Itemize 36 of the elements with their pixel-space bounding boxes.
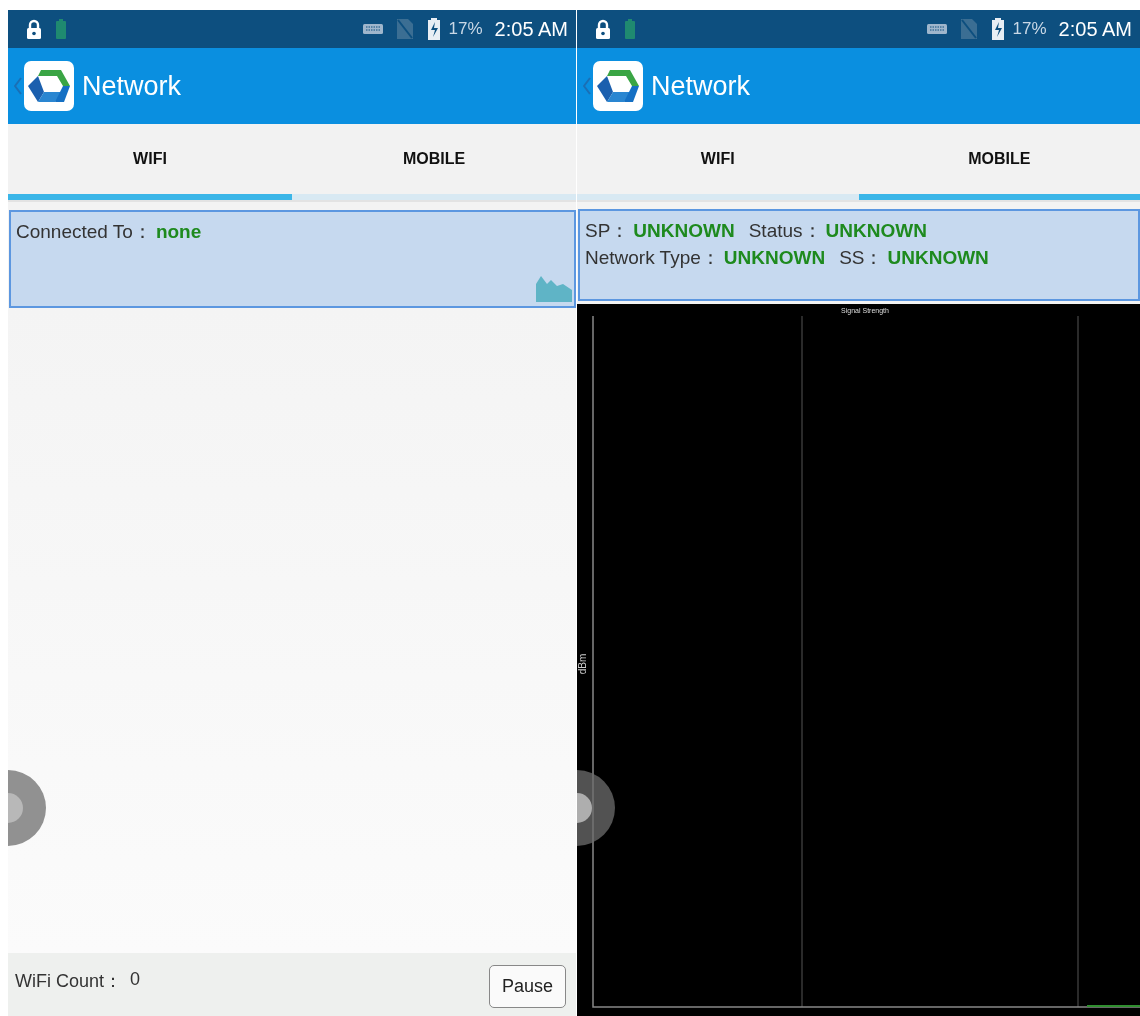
field-label: SS： xyxy=(839,247,884,268)
keyboard-icon xyxy=(362,24,383,34)
no-sim-icon xyxy=(960,19,977,39)
field-value: UNKNOWN xyxy=(887,247,989,268)
back-chevron-icon[interactable] xyxy=(583,77,591,95)
pause-button[interactable]: Pause xyxy=(488,965,566,1008)
field-value: UNKNOWN xyxy=(723,247,826,268)
app-title: Network xyxy=(82,70,182,102)
signal-line xyxy=(1086,1005,1140,1007)
lock-icon xyxy=(26,19,42,39)
battery-charging-icon xyxy=(625,19,635,39)
app-title: Network xyxy=(651,70,751,102)
back-chevron-icon[interactable] xyxy=(14,77,22,95)
y-axis-label: dBm xyxy=(577,653,588,675)
area-chart-icon[interactable] xyxy=(536,274,572,302)
keyboard-icon xyxy=(926,24,947,34)
lock-icon xyxy=(595,19,611,39)
clock-time: 2:05 AM xyxy=(1058,17,1132,41)
battery-percentage: 17% xyxy=(1012,19,1047,39)
field-label: Network Type： xyxy=(585,247,720,268)
no-sim-icon xyxy=(396,19,413,39)
field-label: Status： xyxy=(748,220,822,241)
battery-percentage: 17% xyxy=(448,19,483,39)
field-label: Connected To： xyxy=(16,221,152,242)
field-value: UNKNOWN xyxy=(633,220,735,241)
battery-icon xyxy=(426,18,441,40)
wifi-count-value: 0 xyxy=(130,969,141,990)
battery-icon xyxy=(990,18,1005,40)
field-label: SP： xyxy=(585,220,630,241)
app-logo-icon xyxy=(593,61,643,111)
field-value: UNKNOWN xyxy=(825,220,927,241)
app-logo-icon xyxy=(24,61,74,111)
wifi-count-label: WiFi Count： xyxy=(15,970,122,993)
battery-charging-icon xyxy=(56,19,66,39)
field-value: none xyxy=(155,221,202,242)
clock-time: 2:05 AM xyxy=(494,17,568,41)
